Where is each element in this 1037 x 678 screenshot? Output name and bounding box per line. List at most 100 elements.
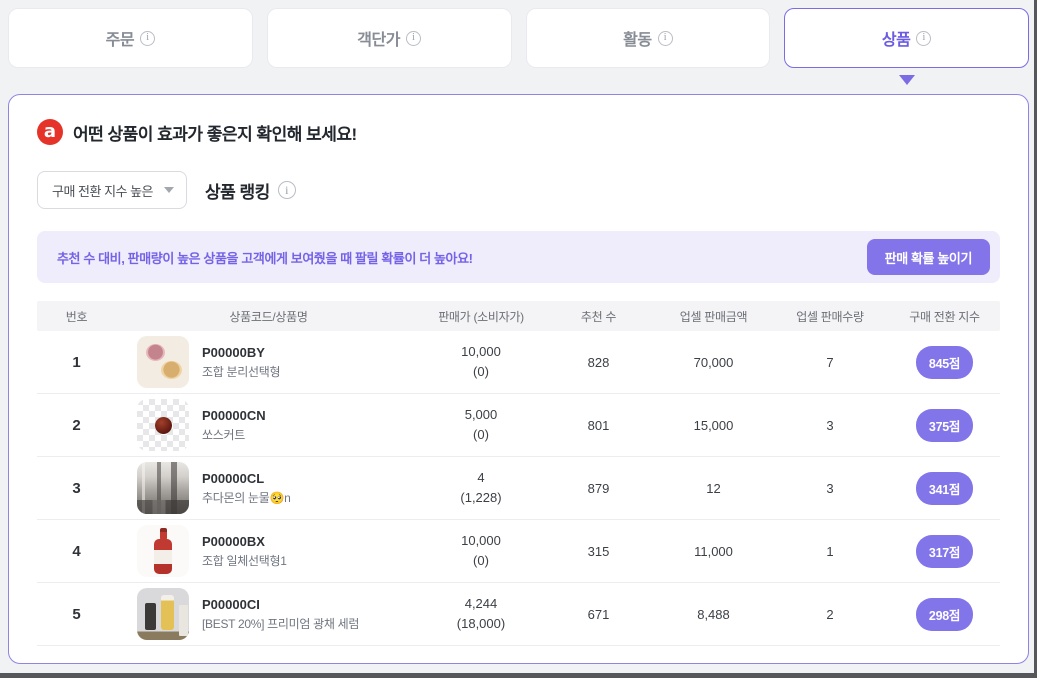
upsell-qty: 1: [826, 543, 834, 559]
upsell-qty: 2: [826, 606, 834, 622]
info-icon[interactable]: [140, 30, 156, 46]
tab-bar: 주문 객단가 활동 상품: [0, 0, 1037, 68]
product-code: P00000BY: [202, 344, 265, 360]
screenshot-edge-bottom: [0, 673, 1037, 678]
product-name: 쏘스커트: [202, 427, 245, 442]
upsell-amount: 12: [706, 480, 721, 496]
tab-activity[interactable]: 활동: [525, 8, 771, 68]
sale-price: 5,000: [464, 406, 498, 422]
panel-header: a 어떤 상품이 효과가 좋은지 확인해 보세요!: [37, 119, 1000, 145]
table-row: 2 P00000CN 쏘스커트 5,000 (0) 801 15,000 3 375점: [37, 394, 1000, 457]
increase-sales-button[interactable]: 판매 확률 높이기: [866, 239, 990, 275]
score-cell: 375점: [889, 408, 1000, 442]
consumer-price: (0): [473, 427, 489, 442]
column-header: 구매 전환 지수: [909, 309, 980, 324]
tab-product[interactable]: 상품: [784, 8, 1029, 68]
product-name: 조합 일체선택형1: [202, 553, 287, 568]
tab-label: 객단가: [357, 32, 400, 49]
info-icon[interactable]: [405, 30, 421, 46]
price-cell: 4,244 (18,000): [421, 594, 541, 634]
upsell-amount: 11,000: [694, 543, 733, 559]
controls-row: 구매 전환 지수 높은 상품 랭킹: [37, 171, 1000, 209]
product-text: P00000CI [BEST 20%] 프리미엄 광채 세럼: [202, 597, 359, 632]
sale-price: 4,244: [464, 595, 498, 611]
section-title-wrap: 상품 랭킹: [205, 178, 296, 203]
sale-price: 10,000: [461, 343, 501, 359]
product-cell: P00000BY 조합 분리선택형: [116, 336, 421, 388]
product-ranking-table: 번호 상품코드/상품명 판매가 (소비자가) 추천 수 업셀 판매금액 업셀 판매수량 구매…: [37, 301, 1000, 646]
sale-price: 4: [477, 469, 485, 485]
product-cell: P00000CI [BEST 20%] 프리미엄 광채 세럼: [116, 588, 421, 640]
tab-label: 활동: [623, 32, 652, 49]
upsell-qty: 3: [826, 480, 834, 496]
score-badge: 298점: [915, 597, 974, 631]
product-code: P00000BX: [202, 533, 265, 549]
panel-title: 어떤 상품이 효과가 좋은지 확인해 보세요!: [73, 124, 357, 144]
upsell-amount: 8,488: [697, 606, 730, 622]
score-badge: 341점: [915, 471, 974, 505]
upsell-amount: 70,000: [693, 354, 734, 370]
product-thumbnail: [137, 336, 189, 388]
rank-number: 4: [72, 542, 81, 560]
tab-arrow-row: [0, 68, 1037, 94]
column-header: 추천 수: [580, 309, 617, 324]
column-header: 판매가 (소비자가): [438, 309, 524, 324]
price-cell: 5,000 (0): [421, 405, 541, 445]
score-badge: 375점: [915, 408, 974, 442]
column-header: 업셀 판매수량: [796, 309, 864, 324]
column-header: 업셀 판매금액: [679, 309, 748, 324]
product-cell: P00000CN 쏘스커트: [116, 399, 421, 451]
consumer-price: (1,228): [460, 490, 502, 505]
price-cell: 10,000 (0): [421, 531, 541, 571]
consumer-price: (0): [473, 553, 489, 568]
rank-number: 3: [72, 479, 81, 497]
recommend-count: 315: [587, 543, 610, 559]
score-cell: 298점: [889, 597, 1000, 631]
brand-logo-icon: a: [37, 119, 63, 145]
product-text: P00000BY 조합 분리선택형: [202, 344, 281, 380]
column-header: 번호: [65, 309, 88, 324]
product-name: [BEST 20%] 프리미엄 광채 세럼: [202, 616, 360, 631]
upsell-amount: 15,000: [693, 417, 734, 433]
product-text: P00000CN 쏘스커트: [202, 408, 266, 443]
score-badge: 317점: [915, 534, 974, 568]
rank-number: 1: [72, 353, 81, 371]
consumer-price: (0): [473, 364, 489, 379]
product-text: P00000CL 추다몬의 눈물🥺n: [202, 471, 291, 506]
upsell-qty: 3: [826, 417, 834, 433]
info-icon[interactable]: [277, 181, 296, 199]
recommend-count: 828: [587, 354, 610, 370]
info-icon[interactable]: [916, 30, 932, 46]
section-title: 상품 랭킹: [205, 182, 270, 202]
sort-dropdown-value: 구매 전환 지수 높은: [52, 183, 154, 199]
price-cell: 4 (1,228): [421, 468, 541, 508]
score-cell: 845점: [889, 345, 1000, 379]
product-name: 조합 분리선택형: [202, 364, 281, 379]
product-thumbnail: [137, 525, 189, 577]
active-tab-pointer-icon: [899, 75, 916, 85]
info-icon[interactable]: [657, 30, 673, 46]
tab-label: 주문: [105, 32, 135, 49]
consumer-price: (18,000): [456, 616, 506, 631]
rank-number: 5: [72, 605, 81, 623]
sort-dropdown[interactable]: 구매 전환 지수 높은: [37, 171, 187, 209]
recommend-count: 671: [587, 606, 610, 622]
column-header: 상품코드/상품명: [229, 309, 308, 324]
sale-price: 10,000: [461, 532, 501, 548]
tip-banner: 추천 수 대비, 판매량이 높은 상품을 고객에게 보여줬을 때 팔릴 확률이 …: [37, 231, 1000, 283]
product-performance-panel: a 어떤 상품이 효과가 좋은지 확인해 보세요! 구매 전환 지수 높은 상품…: [8, 94, 1029, 664]
product-code: P00000CI: [202, 596, 260, 612]
score-cell: 341점: [889, 471, 1000, 505]
tab-order[interactable]: 주문: [8, 8, 253, 68]
tab-average-order-value[interactable]: 객단가: [266, 8, 512, 68]
product-text: P00000BX 조합 일체선택형1: [202, 534, 287, 569]
product-cell: P00000CL 추다몬의 눈물🥺n: [116, 462, 421, 514]
product-thumbnail: [137, 462, 189, 514]
product-code: P00000CN: [202, 407, 266, 423]
score-cell: 317점: [889, 534, 1000, 568]
product-thumbnail: [137, 399, 189, 451]
tip-banner-text: 추천 수 대비, 판매량이 높은 상품을 고객에게 보여줬을 때 팔릴 확률이 …: [57, 250, 473, 266]
upsell-qty: 7: [826, 354, 834, 370]
tab-label: 상품: [881, 32, 911, 49]
product-code: P00000CL: [202, 470, 265, 486]
